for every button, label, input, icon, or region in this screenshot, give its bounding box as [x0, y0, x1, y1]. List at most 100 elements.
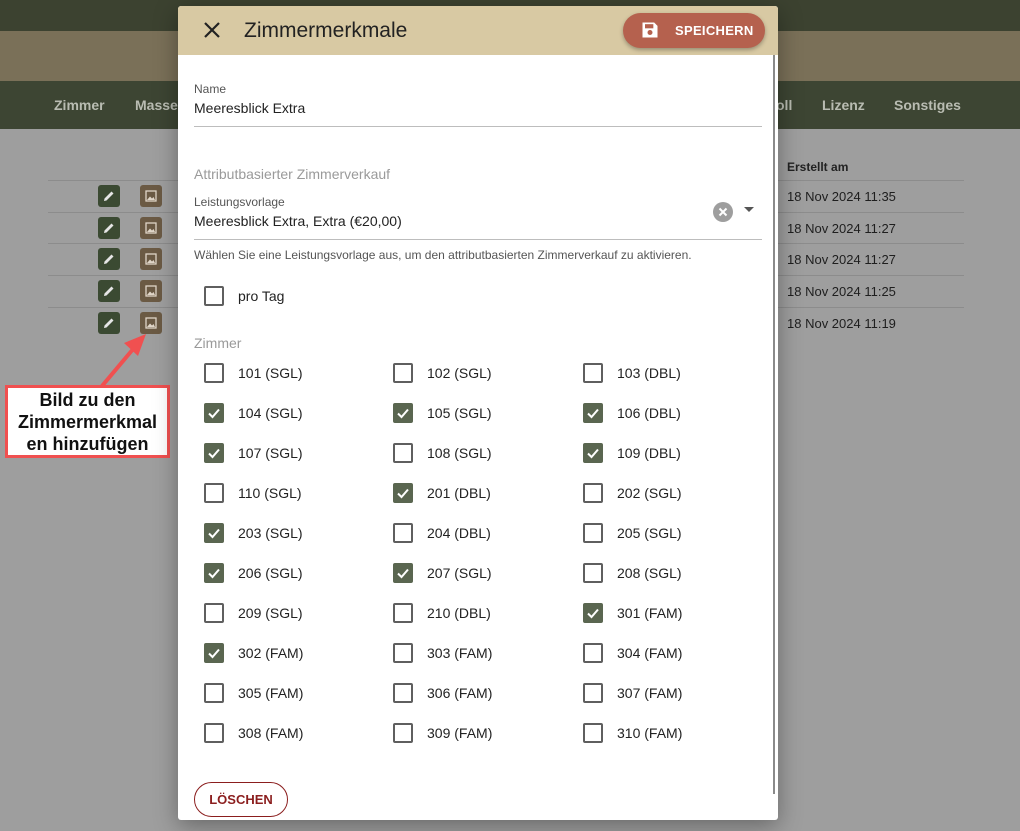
room-checkbox[interactable]: 106 (DBL) — [583, 403, 681, 423]
checkbox[interactable] — [204, 603, 224, 623]
nav-item-masse[interactable]: Masse — [135, 97, 178, 113]
edit-button[interactable] — [98, 185, 120, 207]
checkbox[interactable] — [393, 723, 413, 743]
checkbox[interactable] — [393, 483, 413, 503]
pencil-icon — [104, 286, 114, 297]
room-label: 107 (SGL) — [238, 445, 303, 461]
room-checkbox[interactable]: 310 (FAM) — [583, 723, 682, 743]
checkbox[interactable] — [393, 563, 413, 583]
checkbox[interactable] — [393, 643, 413, 663]
template-field-underline — [194, 239, 762, 240]
room-checkbox[interactable]: 204 (DBL) — [393, 523, 491, 543]
room-checkbox[interactable]: 203 (SGL) — [204, 523, 303, 543]
checkbox[interactable] — [583, 643, 603, 663]
checkbox[interactable] — [204, 483, 224, 503]
room-checkbox[interactable]: 103 (DBL) — [583, 363, 681, 383]
pencil-icon — [104, 191, 114, 201]
nav-item-zimmer[interactable]: Zimmer — [54, 97, 105, 113]
checkbox[interactable] — [204, 523, 224, 543]
image-icon — [145, 253, 157, 266]
add-image-button[interactable] — [140, 280, 162, 303]
template-select[interactable]: Meeresblick Extra, Extra (€20,00) — [194, 213, 402, 229]
edit-button[interactable] — [98, 280, 120, 303]
room-label: 203 (SGL) — [238, 525, 303, 541]
room-checkbox[interactable]: 303 (FAM) — [393, 643, 492, 663]
room-checkbox[interactable]: 302 (FAM) — [204, 643, 303, 663]
add-image-button[interactable] — [140, 311, 162, 334]
room-label: 304 (FAM) — [617, 645, 683, 661]
room-checkbox[interactable]: 206 (SGL) — [204, 563, 303, 583]
check-icon — [208, 408, 220, 419]
add-image-button[interactable] — [140, 248, 162, 271]
checkbox[interactable] — [204, 403, 224, 423]
delete-button[interactable]: LÖSCHEN — [194, 782, 288, 817]
room-checkbox[interactable]: 202 (SGL) — [583, 483, 682, 503]
room-checkbox[interactable]: 301 (FAM) — [583, 603, 682, 623]
room-checkbox[interactable]: 308 (FAM) — [204, 723, 303, 743]
edit-button[interactable] — [98, 216, 120, 239]
created-date: 18 Nov 2024 11:25 — [787, 284, 896, 300]
room-checkbox[interactable]: 107 (SGL) — [204, 443, 303, 463]
checkbox[interactable] — [204, 286, 224, 306]
nav-item-sonstiges[interactable]: Sonstiges — [894, 97, 961, 113]
dialog-scrollbar[interactable] — [773, 55, 775, 794]
room-checkbox[interactable]: 210 (DBL) — [393, 603, 491, 623]
room-checkbox[interactable]: 307 (FAM) — [583, 683, 682, 703]
room-checkbox[interactable]: 309 (FAM) — [393, 723, 492, 743]
checkbox[interactable] — [583, 483, 603, 503]
checkbox[interactable] — [204, 683, 224, 703]
checkbox[interactable] — [393, 603, 413, 623]
checkbox[interactable] — [583, 443, 603, 463]
checkbox[interactable] — [583, 363, 603, 383]
room-checkbox[interactable]: 108 (SGL) — [393, 443, 492, 463]
checkbox[interactable] — [204, 643, 224, 663]
room-checkbox[interactable]: 304 (FAM) — [583, 643, 682, 663]
checkbox[interactable] — [204, 443, 224, 463]
checkbox[interactable] — [583, 683, 603, 703]
add-image-button[interactable] — [140, 185, 162, 207]
room-checkbox[interactable]: 306 (FAM) — [393, 683, 492, 703]
room-checkbox[interactable]: 208 (SGL) — [583, 563, 682, 583]
checkbox[interactable] — [204, 723, 224, 743]
check-icon — [208, 448, 220, 459]
room-checkbox[interactable]: 205 (SGL) — [583, 523, 682, 543]
checkbox[interactable] — [393, 523, 413, 543]
nav-item-oll[interactable]: oll — [776, 97, 792, 113]
checkbox[interactable] — [583, 603, 603, 623]
add-image-button[interactable] — [140, 216, 162, 239]
checkbox[interactable] — [393, 403, 413, 423]
close-icon[interactable] — [200, 18, 224, 42]
room-checkbox[interactable]: 207 (SGL) — [393, 563, 492, 583]
room-checkbox[interactable]: 104 (SGL) — [204, 403, 303, 423]
checkbox[interactable] — [204, 363, 224, 383]
checkbox[interactable] — [393, 363, 413, 383]
checkbox[interactable] — [583, 723, 603, 743]
room-checkbox[interactable]: 110 (SGL) — [204, 483, 302, 503]
chevron-down-icon[interactable] — [744, 207, 754, 212]
edit-button[interactable] — [98, 248, 120, 271]
per-day-checkbox[interactable]: pro Tag — [204, 286, 284, 306]
checkbox[interactable] — [583, 563, 603, 583]
checkbox[interactable] — [204, 563, 224, 583]
floppy-disk-icon — [642, 22, 658, 38]
clear-icon[interactable] — [713, 202, 733, 222]
checkbox[interactable] — [393, 683, 413, 703]
room-label: 301 (FAM) — [617, 605, 683, 621]
room-checkbox[interactable]: 109 (DBL) — [583, 443, 681, 463]
created-date: 18 Nov 2024 11:27 — [787, 220, 896, 236]
room-checkbox[interactable]: 101 (SGL) — [204, 363, 303, 383]
nav-item-lizenz[interactable]: Lizenz — [822, 97, 865, 113]
room-checkbox[interactable]: 305 (FAM) — [204, 683, 303, 703]
checkbox[interactable] — [583, 403, 603, 423]
checkbox[interactable] — [393, 443, 413, 463]
checkbox[interactable] — [583, 523, 603, 543]
room-checkbox[interactable]: 105 (SGL) — [393, 403, 492, 423]
room-checkbox[interactable]: 209 (SGL) — [204, 603, 303, 623]
edit-button[interactable] — [98, 311, 120, 334]
room-checkbox[interactable]: 201 (DBL) — [393, 483, 491, 503]
save-button[interactable]: SPEICHERN — [623, 13, 765, 48]
created-date: 18 Nov 2024 11:35 — [787, 189, 896, 204]
dialog-header: Zimmermerkmale SPEICHERN — [178, 6, 778, 55]
room-checkbox[interactable]: 102 (SGL) — [393, 363, 492, 383]
name-field[interactable]: Meeresblick Extra — [194, 100, 305, 116]
